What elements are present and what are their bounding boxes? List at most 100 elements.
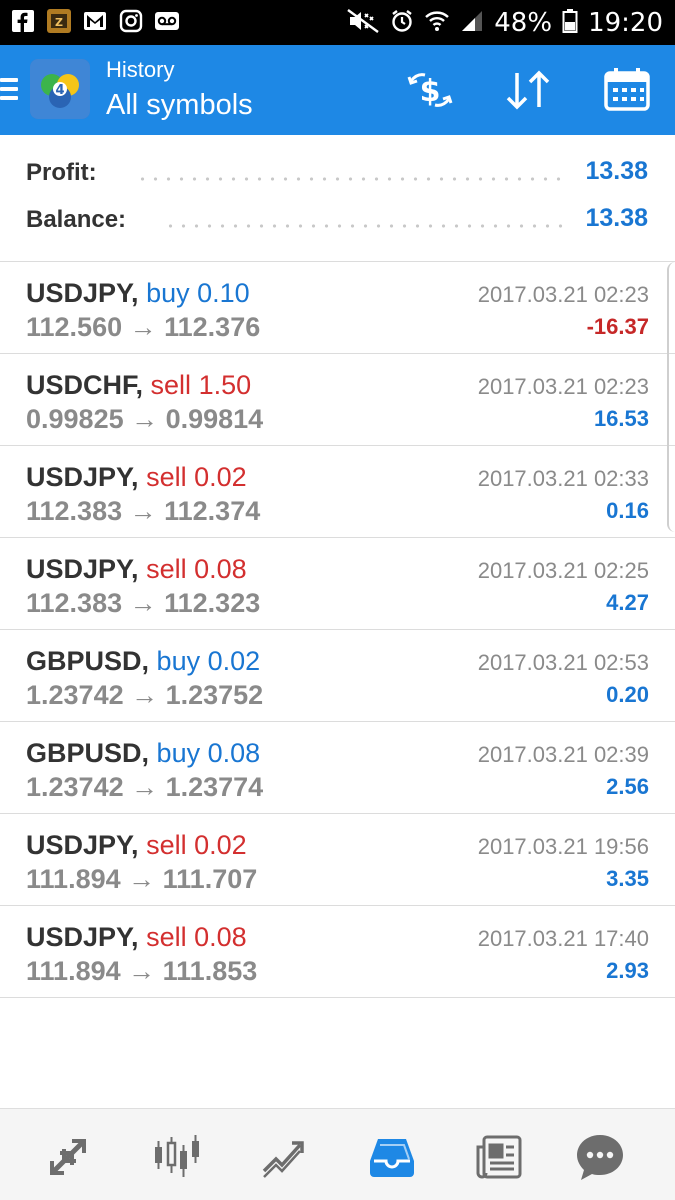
deal-symbol: USDJPY, [26,830,139,860]
deal-row[interactable]: USDJPY, sell 0.08 112.383 → 112.323 2017… [0,538,675,630]
menu-icon[interactable] [0,78,18,102]
instagram-icon [118,8,144,34]
metatrader-logo[interactable]: 4 [30,59,90,119]
deal-symbol: GBPUSD, [26,646,150,676]
status-bar: Z 48% 19:20 [0,0,675,45]
deal-profit: 0.20 [606,682,649,707]
deal-row[interactable]: USDJPY, sell 0.08 111.894 → 111.853 2017… [0,906,675,998]
deal-volume: 1.50 [198,370,252,400]
chart-icon[interactable] [150,1131,202,1183]
trade-icon[interactable] [258,1131,310,1183]
deal-symbol: USDJPY, [26,922,139,952]
deposit-withdraw-icon[interactable]: $ [405,67,455,113]
deal-time: 2017.03.21 02:39 [477,742,649,767]
deal-profit: 2.93 [606,958,649,983]
deal-row[interactable]: USDJPY, sell 0.02 112.383 → 112.374 2017… [0,446,675,538]
calendar-icon[interactable] [602,67,652,113]
deals-list: USDJPY, buy 0.10 112.560 → 112.376 2017.… [0,262,675,998]
svg-text:$: $ [420,74,441,109]
balance-row: Balance: 13.38 [26,202,648,242]
deal-prices: 1.23742 → 1.23774 [26,772,264,802]
deal-symbol-line: USDJPY, sell 0.08 [26,554,247,585]
deal-volume: 0.08 [194,922,247,952]
deal-time: 2017.03.21 02:53 [477,650,649,675]
deal-volume: 0.10 [197,278,250,308]
svg-text:4: 4 [55,83,64,98]
deal-row[interactable]: USDCHF, sell 1.50 0.99825 → 0.99814 2017… [0,354,675,446]
deal-symbol-line: USDCHF, sell 1.50 [26,370,251,401]
deal-side: sell [146,830,187,860]
deal-row[interactable]: GBPUSD, buy 0.02 1.23742 → 1.23752 2017.… [0,630,675,722]
dot-leader [164,224,568,228]
balance-label: Balance: [26,206,133,234]
profit-row: Profit: 13.38 [26,155,648,195]
deal-profit: 16.53 [593,406,649,431]
deal-symbol-line: GBPUSD, buy 0.08 [26,738,260,769]
deal-volume: 0.02 [194,462,247,492]
deal-side: buy [156,738,201,768]
wifi-icon [424,8,450,38]
app-bar: 4 History All symbols $ [0,45,675,135]
deal-row[interactable]: USDJPY, sell 0.02 111.894 → 111.707 2017… [0,814,675,906]
deal-profit: -16.37 [586,314,649,339]
bottom-navigation [0,1108,675,1200]
gmail-icon [82,8,108,34]
deal-profit: 2.56 [606,774,649,799]
deal-symbol-line: GBPUSD, buy 0.02 [26,646,260,677]
deal-profit: 3.35 [606,866,649,891]
chat-icon[interactable] [574,1131,626,1183]
deal-time: 2017.03.21 02:25 [477,558,649,583]
deal-volume: 0.08 [194,554,247,584]
deal-volume: 0.02 [194,830,247,860]
deal-symbol: USDJPY, [26,554,139,584]
deal-side: sell [150,370,192,400]
deal-symbol: USDJPY, [26,462,139,492]
news-icon[interactable] [474,1131,526,1183]
deal-profit: 0.16 [606,498,649,523]
battery-icon [562,8,578,38]
clock-time: 19:20 [588,7,663,38]
deal-time: 2017.03.21 02:33 [477,466,649,491]
battery-percent: 48% [494,7,553,38]
deal-prices: 112.383 → 112.374 [26,496,261,526]
deal-symbol: USDCHF, [26,370,144,400]
voicemail-icon [154,8,180,34]
alarm-icon [390,8,414,38]
deal-prices: 111.894 → 111.707 [26,864,258,894]
signal-icon [460,9,484,37]
deal-side: sell [146,462,187,492]
deal-prices: 0.99825 → 0.99814 [26,404,264,434]
deal-side: sell [146,554,187,584]
deal-symbol-line: USDJPY, sell 0.08 [26,922,247,953]
account-summary: Profit: 13.38 Balance: 13.38 [0,135,675,262]
deal-symbol-line: USDJPY, buy 0.10 [26,278,250,309]
deal-time: 2017.03.21 02:23 [477,374,649,399]
profit-value: 13.38 [585,157,648,185]
svg-text:Z: Z [55,16,63,29]
history-icon[interactable] [366,1131,418,1183]
balance-value: 13.38 [585,204,648,232]
deal-time: 2017.03.21 19:56 [477,834,649,859]
deal-row[interactable]: GBPUSD, buy 0.08 1.23742 → 1.23774 2017.… [0,722,675,814]
deal-side: buy [156,646,201,676]
symbol-filter[interactable]: All symbols [106,89,253,122]
scroll-edge-indicator[interactable] [667,262,675,532]
game-app-icon: Z [46,8,72,34]
deal-side: buy [146,278,190,308]
deal-volume: 0.08 [207,738,261,768]
deal-symbol-line: USDJPY, sell 0.02 [26,830,247,861]
deal-prices: 112.560 → 112.376 [26,312,261,342]
deal-time: 2017.03.21 02:23 [477,282,649,307]
deal-symbol: GBPUSD, [26,738,150,768]
sort-icon[interactable] [503,67,553,113]
deal-profit: 4.27 [606,590,649,615]
profit-label: Profit: [26,159,103,187]
deal-symbol: USDJPY, [26,278,139,308]
mute-icon [346,8,380,38]
deal-time: 2017.03.21 17:40 [477,926,649,951]
deal-row[interactable]: USDJPY, buy 0.10 112.560 → 112.376 2017.… [0,262,675,354]
deal-symbol-line: USDJPY, sell 0.02 [26,462,247,493]
quotes-icon[interactable] [42,1131,94,1183]
deal-volume: 0.02 [207,646,261,676]
facebook-icon [10,8,36,34]
